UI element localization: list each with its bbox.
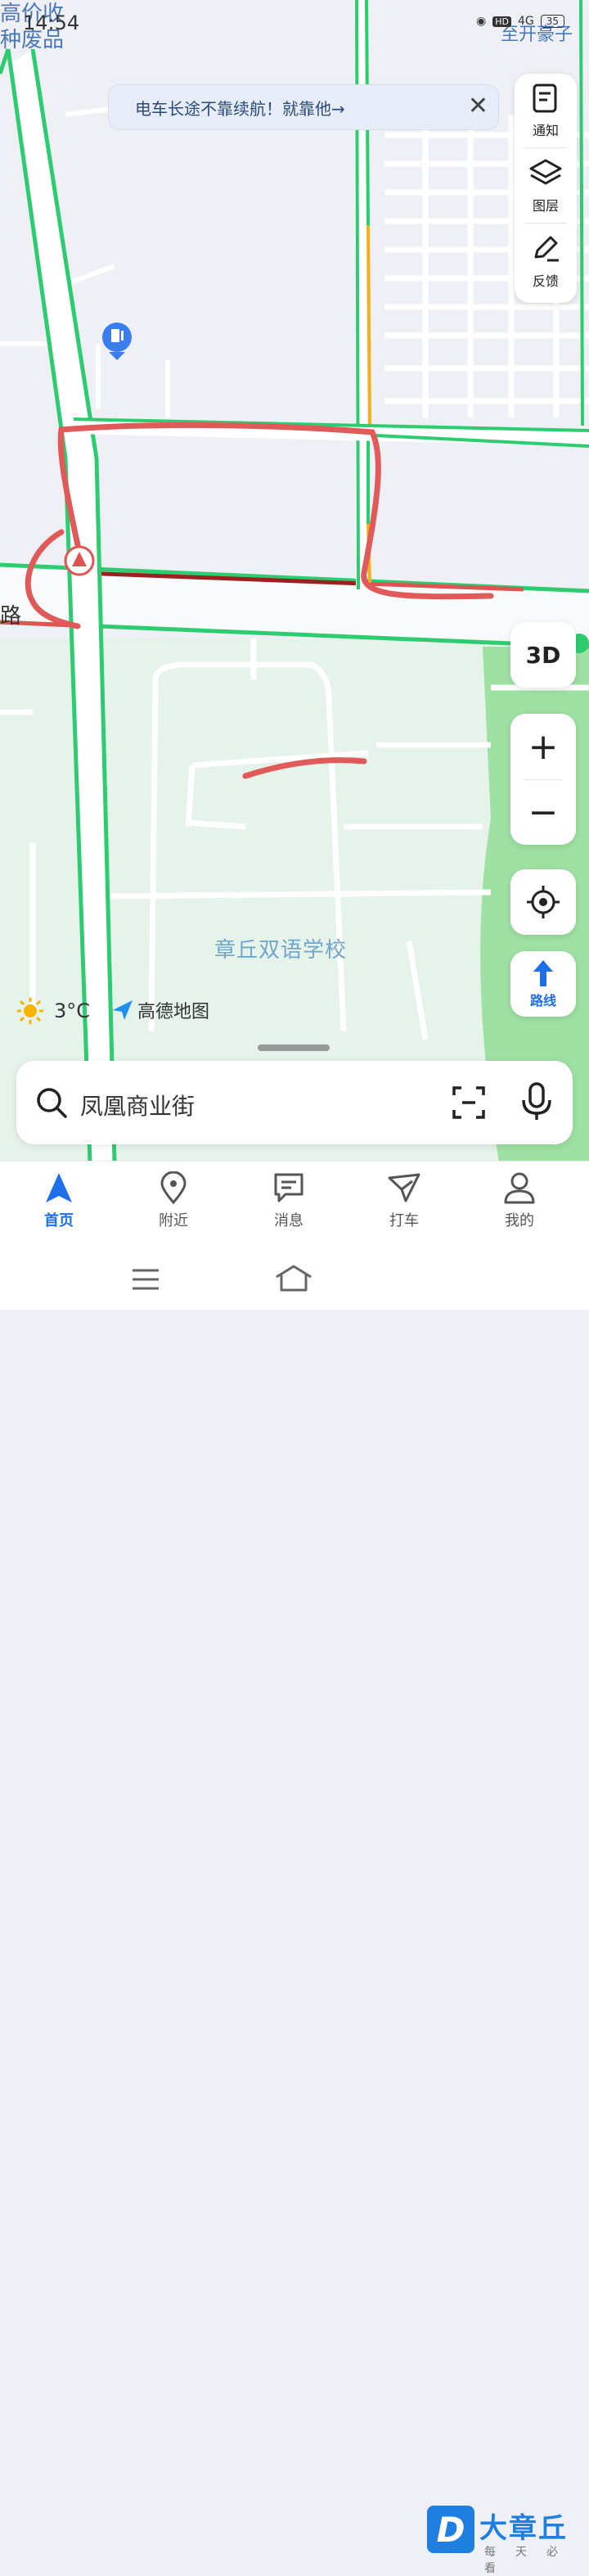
home-arrow-icon — [46, 1173, 72, 1202]
tab-profile[interactable]: 我的 — [479, 1171, 560, 1230]
drawer-handle[interactable] — [258, 1044, 330, 1051]
feedback-label: 反馈 — [532, 273, 559, 289]
watermark: D 大章丘 每天必看 — [427, 2506, 589, 2575]
route-label: 路线 — [529, 993, 556, 1008]
edit-icon — [534, 236, 559, 262]
layers-label: 图层 — [532, 198, 559, 214]
notice-icon — [533, 83, 557, 113]
mic-icon[interactable] — [520, 1082, 553, 1121]
brand-name: 高德地图 — [137, 1002, 210, 1022]
status-time: 14:54 — [23, 11, 80, 34]
message-icon — [274, 1173, 303, 1202]
zoom-in-button[interactable]: + — [510, 714, 576, 779]
user-icon — [504, 1172, 535, 1204]
system-nav-bar: D 大章丘 每天必看 — [0, 1251, 589, 2575]
tab-home[interactable]: 首页 — [18, 1171, 100, 1230]
close-icon[interactable]: ✕ — [468, 92, 488, 121]
locate-button[interactable] — [510, 869, 576, 935]
location-pin-icon — [160, 1171, 187, 1204]
tab-taxi[interactable]: 打车 — [363, 1171, 445, 1230]
scan-icon[interactable] — [452, 1085, 486, 1120]
construction-icon — [64, 545, 95, 576]
status-icons: ◉ HD 4G 35 — [476, 15, 564, 28]
tab-label: 首页 — [44, 1212, 74, 1229]
route-button[interactable]: 路线 — [510, 951, 576, 1017]
zoom-out-button[interactable]: − — [510, 779, 576, 845]
tab-label: 我的 — [505, 1212, 534, 1229]
tab-nearby[interactable]: 附近 — [133, 1171, 214, 1230]
map-canvas[interactable]: 高价收 种废品 至开豪子 路 章丘双语学校 — [0, 0, 589, 1162]
notice-button[interactable]: 通知 — [515, 74, 577, 147]
hd-badge: HD — [492, 16, 511, 27]
location-status-icon: ◉ — [475, 15, 487, 28]
route-arrow-icon — [533, 960, 553, 986]
signal-label: 4G — [517, 15, 534, 28]
notice-label: 通知 — [532, 123, 559, 138]
layers-button[interactable]: 图层 — [515, 149, 577, 223]
watermark-subtitle: 每天必看 — [484, 2546, 578, 2575]
temperature: 3°C — [54, 999, 91, 1022]
banner-text: 电车长途不靠续航！就靠他→ — [135, 98, 345, 119]
search-bar[interactable]: 凤凰商业街 — [16, 1061, 573, 1144]
weather-widget: 3°C — [16, 997, 90, 1025]
search-icon — [37, 1088, 67, 1118]
bottom-tab-bar: 首页 附近 消息 打车 我的 — [0, 1161, 589, 1252]
tab-label: 附近 — [159, 1212, 188, 1229]
road-label: 路 — [0, 604, 23, 629]
tab-messages[interactable]: 消息 — [248, 1171, 330, 1230]
home-nav-icon[interactable] — [273, 1264, 314, 1293]
taxi-icon — [388, 1173, 420, 1202]
sun-icon — [17, 998, 43, 1024]
map-tools-panel: 通知 图层 反馈 — [515, 74, 577, 303]
battery-icon: 35 — [540, 15, 564, 28]
map-drawing — [0, 0, 589, 1162]
amap-logo-icon — [113, 1000, 133, 1020]
layers-icon — [529, 159, 562, 185]
promo-banner[interactable]: 电车长途不靠续航！就靠他→ ✕ — [108, 84, 499, 130]
menu-icon[interactable] — [131, 1267, 160, 1292]
zoom-control: + − — [510, 714, 576, 845]
school-label: 章丘双语学校 — [214, 938, 348, 963]
feedback-button[interactable]: 反馈 — [515, 224, 577, 298]
crosshair-icon — [527, 886, 560, 918]
tab-label: 消息 — [274, 1212, 303, 1229]
view-3d-button[interactable]: 3D — [510, 622, 576, 688]
watermark-logo: D — [427, 2506, 474, 2553]
brand-logo: 高德地图 — [111, 997, 209, 1023]
watermark-title: 大章丘 — [479, 2512, 568, 2545]
tab-label: 打车 — [389, 1212, 419, 1229]
search-input[interactable]: 凤凰商业街 — [80, 1089, 195, 1121]
